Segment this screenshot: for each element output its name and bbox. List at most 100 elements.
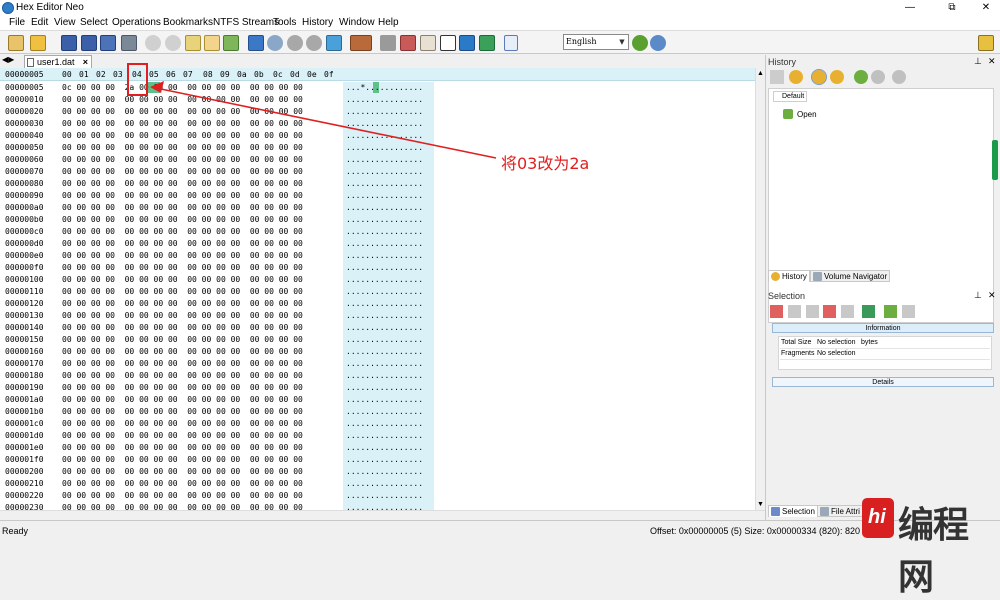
hammer-icon[interactable] [380,35,396,51]
hex-row[interactable]: 00000200 00 00 00 00 00 00 00 00 00 00 00… [0,466,755,478]
open-folder-icon[interactable] [30,35,46,51]
hex-row[interactable]: 00000070 00 00 00 00 00 00 00 00 00 00 00… [0,166,755,178]
close-button[interactable]: ✕ [968,0,1000,16]
maximize-button[interactable]: ⧉ [934,0,970,16]
horizontal-scrollbar[interactable] [0,510,765,520]
selection-list-icon[interactable] [806,305,819,318]
row-ascii[interactable]: ................ [346,179,423,188]
selection-pin-icon[interactable]: ⊥ [974,290,982,301]
row-hex-bytes[interactable]: 00 00 00 00 00 00 00 00 00 00 00 00 00 0… [62,299,303,308]
structure-icon[interactable] [400,35,416,51]
menu-help[interactable]: Help [378,17,399,28]
find-next-icon[interactable] [287,35,303,51]
find-prev-icon[interactable] [306,35,322,51]
selection-split-icon[interactable] [841,305,854,318]
row-hex-bytes[interactable]: 00 00 00 00 00 00 00 00 00 00 00 00 00 0… [62,287,303,296]
tab-nav-arrows-icon[interactable]: ◀▶ [2,55,14,64]
row-hex-bytes[interactable]: 00 00 00 00 00 00 00 00 00 00 00 00 00 0… [62,167,303,176]
row-ascii[interactable]: ................ [346,431,423,440]
row-ascii[interactable]: ................ [346,347,423,356]
row-hex-bytes[interactable]: 00 00 00 00 00 00 00 00 00 00 00 00 00 0… [62,359,303,368]
menu-view[interactable]: View [54,17,76,28]
hex-row[interactable]: 000001d0 00 00 00 00 00 00 00 00 00 00 00… [0,430,755,442]
row-ascii[interactable]: ................ [346,503,423,510]
row-ascii[interactable]: ................ [346,383,423,392]
selection-grid-icon[interactable] [770,305,783,318]
row-ascii[interactable]: ................ [346,359,423,368]
hex-row[interactable]: 00000060 00 00 00 00 00 00 00 00 00 00 00… [0,154,755,166]
history-default-tab[interactable]: Default [773,91,807,102]
hex-row[interactable]: 000001e0 00 00 00 00 00 00 00 00 00 00 00… [0,442,755,454]
hex-row[interactable]: 00000090 00 00 00 00 00 00 00 00 00 00 00… [0,190,755,202]
details-header[interactable]: Details [772,377,994,387]
information-header[interactable]: Information [772,323,994,333]
hex-row[interactable]: 00000100 00 00 00 00 00 00 00 00 00 00 00… [0,274,755,286]
menu-ntfs-streams[interactable]: NTFS Streams [213,17,279,28]
row-hex-bytes[interactable]: 00 00 00 00 00 00 00 00 00 00 00 00 00 0… [62,407,303,416]
row-ascii[interactable]: ................ [346,143,423,152]
row-ascii[interactable]: ...*............ [346,83,423,92]
hex-row[interactable]: 00000030 00 00 00 00 00 00 00 00 00 00 00… [0,118,755,130]
row-hex-bytes[interactable]: 00 00 00 00 00 00 00 00 00 00 00 00 00 0… [62,107,303,116]
hex-row[interactable]: 00000040 00 00 00 00 00 00 00 00 00 00 00… [0,130,755,142]
hex-row[interactable]: 000000d0 00 00 00 00 00 00 00 00 00 00 00… [0,238,755,250]
row-ascii[interactable]: ................ [346,299,423,308]
row-hex-bytes[interactable]: 00 00 00 00 00 00 00 00 00 00 00 00 00 0… [62,443,303,452]
hex-row[interactable]: 000001c0 00 00 00 00 00 00 00 00 00 00 00… [0,418,755,430]
tab-file-attributes[interactable]: File Attri [817,505,865,517]
save-all-icon[interactable] [81,35,97,51]
selection-export-icon[interactable] [884,305,897,318]
edit-icon[interactable] [185,35,201,51]
row-ascii[interactable]: ................ [346,95,423,104]
redo-icon[interactable] [165,35,181,51]
hex-row[interactable]: 00000180 00 00 00 00 00 00 00 00 00 00 00… [0,370,755,382]
row-ascii[interactable]: ................ [346,191,423,200]
row-ascii[interactable]: ................ [346,239,423,248]
scroll-up-icon[interactable]: ▲ [757,70,764,77]
row-ascii[interactable]: ................ [346,287,423,296]
minimize-button[interactable]: — [892,0,928,16]
selection-close-icon[interactable]: ✕ [988,290,996,301]
history-clear-icon[interactable] [892,70,906,84]
tools-dropdown-icon[interactable] [350,35,372,51]
row-hex-bytes[interactable]: 00 00 00 00 00 00 00 00 00 00 00 00 00 0… [62,467,303,476]
scroll-down-icon[interactable]: ▼ [757,501,764,508]
hex-row[interactable]: 000000b0 00 00 00 00 00 00 00 00 00 00 00… [0,214,755,226]
row-hex-bytes[interactable]: 0c 00 00 00 2a 00 00 00 00 00 00 00 00 0… [62,83,303,92]
panel-icon[interactable] [504,35,518,51]
selection-import-icon[interactable] [902,305,915,318]
row-hex-bytes[interactable]: 00 00 00 00 00 00 00 00 00 00 00 00 00 0… [62,203,303,212]
row-hex-bytes[interactable]: 00 00 00 00 00 00 00 00 00 00 00 00 00 0… [62,347,303,356]
hex-row[interactable]: 000000f0 00 00 00 00 00 00 00 00 00 00 00… [0,262,755,274]
hex-row[interactable]: 00000010 00 00 00 00 00 00 00 00 00 00 00… [0,94,755,106]
tab-user1-dat[interactable]: user1.dat × [24,55,92,68]
hex-row[interactable]: 000001f0 00 00 00 00 00 00 00 00 00 00 00… [0,454,755,466]
hex-row[interactable]: 00000210 00 00 00 00 00 00 00 00 00 00 00… [0,478,755,490]
row-ascii[interactable]: ................ [346,323,423,332]
row-ascii[interactable]: ................ [346,455,423,464]
row-ascii[interactable]: ................ [346,479,423,488]
hex-row[interactable]: 00000110 00 00 00 00 00 00 00 00 00 00 00… [0,286,755,298]
hex-row[interactable]: 00000230 00 00 00 00 00 00 00 00 00 00 00… [0,502,755,510]
monitor-icon[interactable] [459,35,475,51]
row-hex-bytes[interactable]: 00 00 00 00 00 00 00 00 00 00 00 00 00 0… [62,95,303,104]
row-hex-bytes[interactable]: 00 00 00 00 00 00 00 00 00 00 00 00 00 0… [62,263,303,272]
hex-row[interactable]: 000000e0 00 00 00 00 00 00 00 00 00 00 00… [0,250,755,262]
hex-row[interactable]: 00000140 00 00 00 00 00 00 00 00 00 00 00… [0,322,755,334]
row-hex-bytes[interactable]: 00 00 00 00 00 00 00 00 00 00 00 00 00 0… [62,323,303,332]
hex-row[interactable]: 00000190 00 00 00 00 00 00 00 00 00 00 00… [0,382,755,394]
layout-icon[interactable] [978,35,994,51]
close-panel-icon[interactable]: ✕ [988,56,996,67]
copy-icon[interactable] [223,35,239,51]
hex-row[interactable]: 00000050 00 00 00 00 00 00 00 00 00 00 00… [0,142,755,154]
row-ascii[interactable]: ................ [346,203,423,212]
row-hex-bytes[interactable]: 00 00 00 00 00 00 00 00 00 00 00 00 00 0… [62,155,303,164]
history-add-icon[interactable] [854,70,868,84]
row-ascii[interactable]: ................ [346,467,423,476]
document-icon[interactable] [420,35,436,51]
row-ascii[interactable]: ................ [346,335,423,344]
language-select[interactable]: English ▼ [563,34,629,50]
vertical-scrollbar[interactable]: ▲ ▼ [755,68,765,510]
tab-selection[interactable]: Selection [768,505,818,517]
row-ascii[interactable]: ................ [346,311,423,320]
